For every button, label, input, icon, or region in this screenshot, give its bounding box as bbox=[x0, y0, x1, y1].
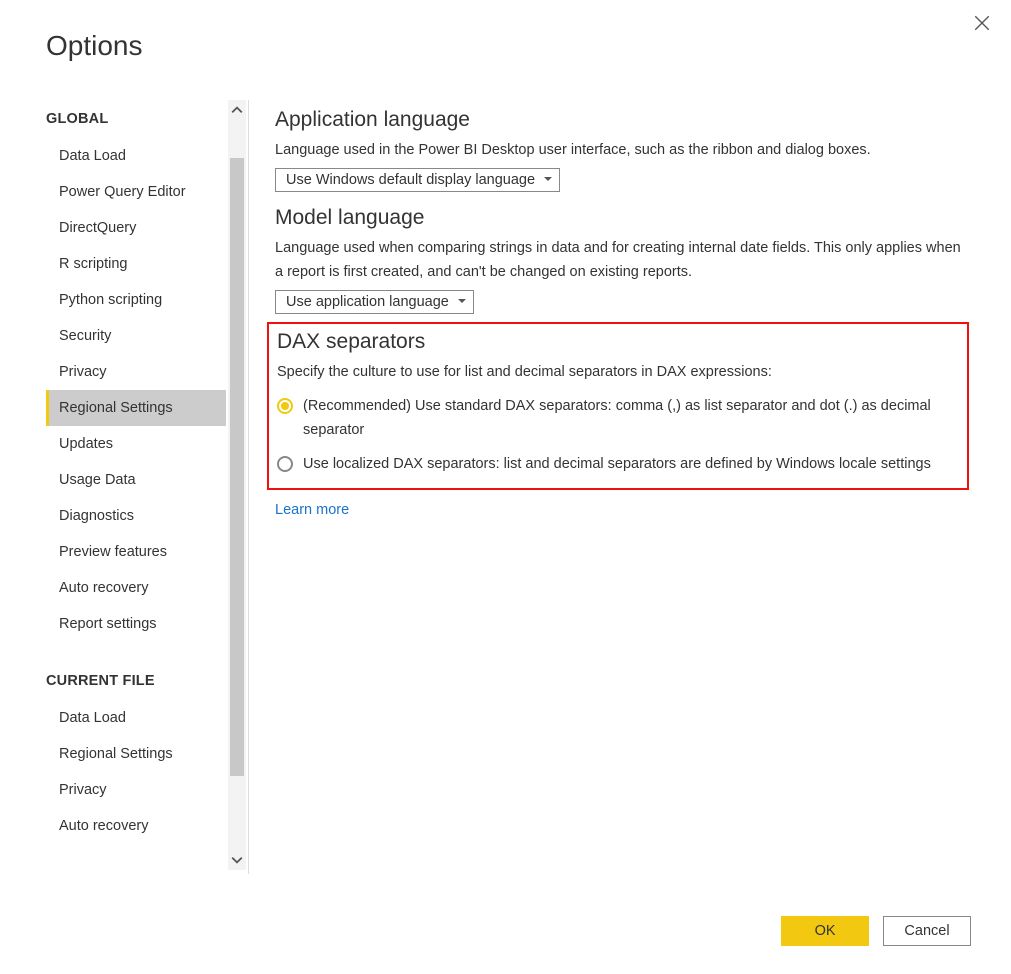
nav-item-data-load[interactable]: Data Load bbox=[46, 138, 226, 174]
vertical-divider bbox=[248, 100, 249, 874]
nav-item-updates[interactable]: Updates bbox=[46, 426, 226, 462]
nav-item-cf-data-load[interactable]: Data Load bbox=[46, 700, 226, 736]
scroll-down-button[interactable] bbox=[228, 850, 246, 870]
radio-icon-unselected bbox=[277, 456, 293, 472]
nav-item-r-scripting[interactable]: R scripting bbox=[46, 246, 226, 282]
nav-item-report-settings[interactable]: Report settings bbox=[46, 606, 226, 642]
nav-item-cf-auto-recovery[interactable]: Auto recovery bbox=[46, 808, 226, 844]
nav-item-power-query-editor[interactable]: Power Query Editor bbox=[46, 174, 226, 210]
close-button[interactable] bbox=[973, 14, 991, 35]
nav-item-python-scripting[interactable]: Python scripting bbox=[46, 282, 226, 318]
nav-item-cf-regional-settings[interactable]: Regional Settings bbox=[46, 736, 226, 772]
chevron-down-icon bbox=[231, 854, 243, 866]
nav-item-privacy[interactable]: Privacy bbox=[46, 354, 226, 390]
learn-more-link[interactable]: Learn more bbox=[275, 502, 349, 518]
sidebar: GLOBAL Data Load Power Query Editor Dire… bbox=[46, 100, 246, 870]
model-language-value: Use application language bbox=[286, 294, 449, 310]
dialog-title: Options bbox=[46, 30, 143, 62]
chevron-up-icon bbox=[231, 104, 243, 116]
scroll-thumb[interactable] bbox=[230, 158, 244, 776]
nav-item-directquery[interactable]: DirectQuery bbox=[46, 210, 226, 246]
dax-separators-title: DAX separators bbox=[277, 330, 959, 354]
content-pane: Application language Language used in th… bbox=[253, 100, 991, 874]
dialog-footer: OK Cancel bbox=[771, 916, 971, 946]
app-language-select[interactable]: Use Windows default display language bbox=[275, 168, 560, 192]
nav-item-auto-recovery[interactable]: Auto recovery bbox=[46, 570, 226, 606]
app-language-description: Language used in the Power BI Desktop us… bbox=[275, 138, 969, 162]
dropdown-caret bbox=[457, 294, 467, 310]
cancel-button[interactable]: Cancel bbox=[883, 916, 971, 946]
model-language-description: Language used when comparing strings in … bbox=[275, 236, 969, 284]
dax-radio-localized[interactable]: Use localized DAX separators: list and d… bbox=[277, 452, 959, 476]
app-language-title: Application language bbox=[275, 108, 969, 132]
sidebar-header-global: GLOBAL bbox=[46, 100, 226, 138]
close-icon bbox=[973, 14, 991, 32]
dax-radio-standard-label: (Recommended) Use standard DAX separator… bbox=[303, 394, 959, 442]
dropdown-caret bbox=[543, 172, 553, 188]
sidebar-scrollbar[interactable] bbox=[228, 100, 246, 870]
radio-icon-selected bbox=[277, 398, 293, 414]
model-language-select[interactable]: Use application language bbox=[275, 290, 474, 314]
nav-item-usage-data[interactable]: Usage Data bbox=[46, 462, 226, 498]
sidebar-header-current-file: CURRENT FILE bbox=[46, 662, 226, 700]
nav-item-cf-privacy[interactable]: Privacy bbox=[46, 772, 226, 808]
dax-radio-localized-label: Use localized DAX separators: list and d… bbox=[303, 452, 959, 476]
nav-item-regional-settings[interactable]: Regional Settings bbox=[46, 390, 226, 426]
dax-separators-description: Specify the culture to use for list and … bbox=[277, 360, 959, 384]
nav-item-preview-features[interactable]: Preview features bbox=[46, 534, 226, 570]
ok-button[interactable]: OK bbox=[781, 916, 869, 946]
nav-item-security[interactable]: Security bbox=[46, 318, 226, 354]
dax-separators-highlight: DAX separators Specify the culture to us… bbox=[267, 322, 969, 490]
nav-item-diagnostics[interactable]: Diagnostics bbox=[46, 498, 226, 534]
app-language-value: Use Windows default display language bbox=[286, 172, 535, 188]
scroll-up-button[interactable] bbox=[228, 100, 246, 120]
dax-radio-standard[interactable]: (Recommended) Use standard DAX separator… bbox=[277, 394, 959, 442]
model-language-title: Model language bbox=[275, 206, 969, 230]
